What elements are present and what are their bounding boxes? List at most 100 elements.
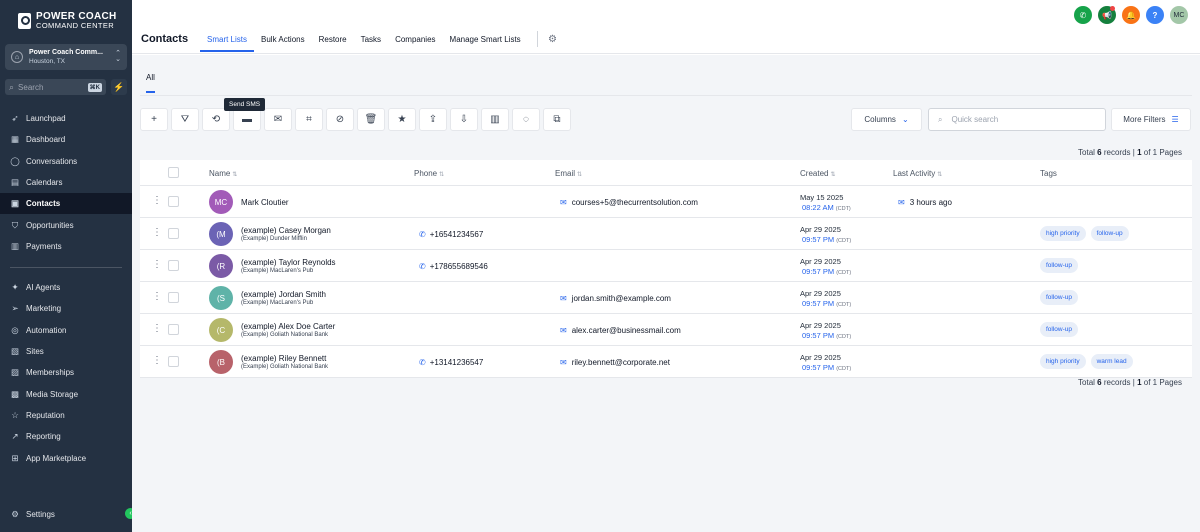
announcements-button[interactable]: 📢 [1098, 6, 1116, 24]
quick-search-input[interactable]: ⌕ Quick search [928, 108, 1106, 131]
tab-bulk-actions[interactable]: Bulk Actions [254, 35, 312, 52]
column-last-activity[interactable]: Last Activity ⇅ [893, 169, 942, 178]
email-cell[interactable]: ✉ jordan.smith@example.com [560, 294, 671, 303]
tab-settings-gear-icon[interactable]: ⚙ [548, 34, 557, 45]
contact-name-cell[interactable]: (example) Casey Morgan (Example) Dunder M… [241, 226, 331, 244]
tag-badge[interactable]: follow-up [1040, 322, 1079, 337]
phone-button[interactable]: ✆ [1074, 6, 1092, 24]
remove-tag-button[interactable]: ⊘ [326, 108, 354, 131]
row-menu-icon[interactable]: ⋮ [152, 324, 162, 334]
quick-action-button[interactable]: ⚡ [111, 79, 127, 95]
row-menu-icon[interactable]: ⋮ [152, 260, 162, 270]
more-filters-button[interactable]: More Filters ☰ [1111, 108, 1191, 131]
tab-manage-smart-lists[interactable]: Manage Smart Lists [443, 35, 528, 52]
add-tag-button[interactable]: ⌗ [295, 108, 323, 131]
send-email-button[interactable]: ✉ [264, 108, 292, 131]
contact-name-cell[interactable]: (example) Taylor Reynolds (Example) MacLa… [241, 258, 336, 276]
row-checkbox[interactable] [168, 260, 179, 271]
sidebar-item-marketing[interactable]: ➢ Marketing [0, 298, 132, 319]
row-checkbox[interactable] [168, 356, 179, 367]
contact-name-cell[interactable]: (example) Jordan Smith (Example) MacLaren… [241, 290, 326, 308]
tag-badge[interactable]: follow-up [1040, 290, 1079, 305]
row-checkbox[interactable] [168, 292, 179, 303]
sidebar-item-media-storage[interactable]: ▩ Media Storage [0, 383, 132, 404]
export-button[interactable]: ⇪ [419, 108, 447, 131]
email-cell[interactable]: ✉ riley.bennett@corporate.net [560, 358, 670, 367]
email-cell[interactable]: ✉ alex.carter@businessmail.com [560, 326, 681, 335]
tag-badge[interactable]: high priority [1040, 354, 1086, 369]
row-menu-icon[interactable]: ⋮ [152, 196, 162, 206]
tab-companies[interactable]: Companies [388, 35, 442, 52]
whatsapp-button[interactable]: ◌ [512, 108, 540, 131]
row-checkbox[interactable] [168, 324, 179, 335]
sidebar-item-app-marketplace[interactable]: ⊞ App Marketplace [0, 447, 132, 468]
tab-restore[interactable]: Restore [312, 35, 354, 52]
tag-badge[interactable]: follow-up [1090, 226, 1129, 241]
column-created[interactable]: Created ⇅ [800, 169, 836, 178]
tag-badge[interactable]: warm lead [1090, 354, 1133, 369]
sidebar-item-launchpad[interactable]: ➶ Launchpad [0, 108, 132, 129]
phone-cell[interactable]: ✆ +16541234567 [419, 230, 483, 239]
sidebar-item-sites[interactable]: ▧ Sites [0, 341, 132, 362]
user-avatar[interactable]: MC [1170, 6, 1188, 24]
sidebar-item-memberships[interactable]: ▨ Memberships [0, 362, 132, 383]
delete-button[interactable]: 🗑 [357, 108, 385, 131]
sidebar-search[interactable]: ⌕ Search ⌘K [5, 79, 106, 95]
contact-name-cell[interactable]: (example) Riley Bennett (Example) Goliath… [241, 354, 328, 372]
row-menu-icon[interactable]: ⋮ [152, 228, 162, 238]
review-request-button[interactable]: ★ [388, 108, 416, 131]
sidebar-item-calendars[interactable]: ▤ Calendars [0, 172, 132, 193]
sidebar-item-contacts[interactable]: ▣ Contacts [0, 193, 132, 215]
row-menu-icon[interactable]: ⋮ [152, 292, 162, 302]
sidebar-item-dashboard[interactable]: ▦ Dashboard [0, 129, 132, 150]
table-row[interactable]: ⋮ (S (example) Jordan Smith (Example) MacLa… [140, 282, 1192, 314]
email-cell[interactable]: ✉ courses+5@thecurrentsolution.com [560, 198, 698, 207]
select-all-checkbox[interactable] [168, 167, 179, 178]
sidebar-item-settings[interactable]: ⚙ Settings [0, 504, 132, 525]
send-sms-button[interactable]: ▬ [233, 108, 261, 131]
contact-name[interactable]: (example) Alex Doe Carter [241, 322, 335, 331]
import-button[interactable]: ⇩ [450, 108, 478, 131]
company-button[interactable]: ▥ [481, 108, 509, 131]
column-name[interactable]: Name ⇅ [209, 169, 237, 178]
contact-name-cell[interactable]: (example) Alex Doe Carter (Example) Golia… [241, 322, 335, 340]
brand-logo[interactable]: POWER COACH COMMAND CENTER [18, 12, 117, 30]
tag-badge[interactable]: high priority [1040, 226, 1086, 241]
sidebar-item-opportunities[interactable]: ⛉ Opportunities [0, 214, 132, 235]
sidebar-item-reporting[interactable]: ↗ Reporting [0, 426, 132, 447]
row-checkbox[interactable] [168, 196, 179, 207]
row-checkbox[interactable] [168, 228, 179, 239]
contact-name-cell[interactable]: Mark Cloutier [241, 198, 289, 207]
table-row[interactable]: ⋮ (C (example) Alex Doe Carter (Example) Go… [140, 314, 1192, 346]
table-row[interactable]: ⋮ (B (example) Riley Bennett (Example) Goli… [140, 346, 1192, 378]
tab-all[interactable]: All [146, 73, 155, 93]
contact-name[interactable]: (example) Riley Bennett [241, 354, 328, 363]
table-row[interactable]: ⋮ MC Mark Cloutier ✉ courses+5@thecurrentsol… [140, 186, 1192, 218]
column-email[interactable]: Email ⇅ [555, 169, 582, 178]
location-switcher[interactable]: ⌂ Power Coach Comm... Houston, TX ⌃ ⌄ [5, 44, 127, 70]
contact-name[interactable]: (example) Jordan Smith [241, 290, 326, 299]
sidebar-item-automation[interactable]: ◎ Automation [0, 320, 132, 341]
filter-button[interactable]: ⛛ [171, 108, 199, 131]
table-row[interactable]: ⋮ (M (example) Casey Morgan (Example) Dunde… [140, 218, 1192, 250]
add-contact-button[interactable]: + [140, 108, 168, 131]
row-menu-icon[interactable]: ⋮ [152, 356, 162, 366]
table-row[interactable]: ⋮ (R (example) Taylor Reynolds (Example) Ma… [140, 250, 1192, 282]
contact-name[interactable]: (example) Casey Morgan [241, 226, 331, 235]
contact-name[interactable]: Mark Cloutier [241, 198, 289, 207]
merge-button[interactable]: ⧉ [543, 108, 571, 131]
sidebar-item-payments[interactable]: ▥ Payments [0, 236, 132, 257]
contact-name[interactable]: (example) Taylor Reynolds [241, 258, 336, 267]
automation-button[interactable]: ⟲ [202, 108, 230, 131]
sidebar-item-ai-agents[interactable]: ✦ AI Agents [0, 277, 132, 298]
tab-tasks[interactable]: Tasks [354, 35, 388, 52]
phone-cell[interactable]: ✆ +13141236547 [419, 358, 483, 367]
columns-dropdown[interactable]: Columns ⌄ [851, 108, 922, 131]
sidebar-item-conversations[interactable]: ◯ Conversations [0, 151, 132, 172]
phone-cell[interactable]: ✆ +178655689546 [419, 262, 488, 271]
tag-badge[interactable]: follow-up [1040, 258, 1079, 273]
tab-smart-lists[interactable]: Smart Lists [200, 35, 255, 52]
sidebar-item-reputation[interactable]: ☆ Reputation [0, 405, 132, 426]
notifications-button[interactable]: 🔔 [1122, 6, 1140, 24]
help-button[interactable]: ? [1146, 6, 1164, 24]
